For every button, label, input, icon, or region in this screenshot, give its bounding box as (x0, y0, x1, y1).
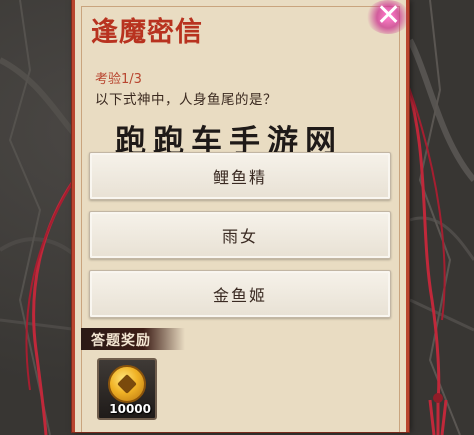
answer-option-2[interactable]: 雨女 (89, 211, 391, 259)
exam-progress: 考验1/3 (95, 72, 142, 87)
answer-option-3[interactable]: 金鱼姬 (89, 270, 391, 318)
gold-coin-icon (108, 365, 146, 403)
reward-banner: 答题奖励 (81, 328, 185, 350)
close-button[interactable]: ✕ (366, 0, 410, 34)
reward-banner-label: 答题奖励 (91, 333, 151, 349)
reward-count: 10000 (109, 402, 151, 416)
close-icon: ✕ (376, 0, 402, 33)
question-text: 以下式神中，人身鱼尾的是？ (95, 92, 277, 108)
reward-item[interactable]: 10000 (97, 358, 157, 420)
answer-option-1[interactable]: 鲤鱼精 (89, 152, 391, 200)
letter-title: 逢魔密信 (91, 17, 203, 48)
tassel-cord-left (25, 179, 76, 435)
letter-panel: 逢魔密信 考验1/3 以下式神中，人身鱼尾的是？ 跑跑车手游网 鲤鱼精 雨女 金… (72, 0, 409, 432)
